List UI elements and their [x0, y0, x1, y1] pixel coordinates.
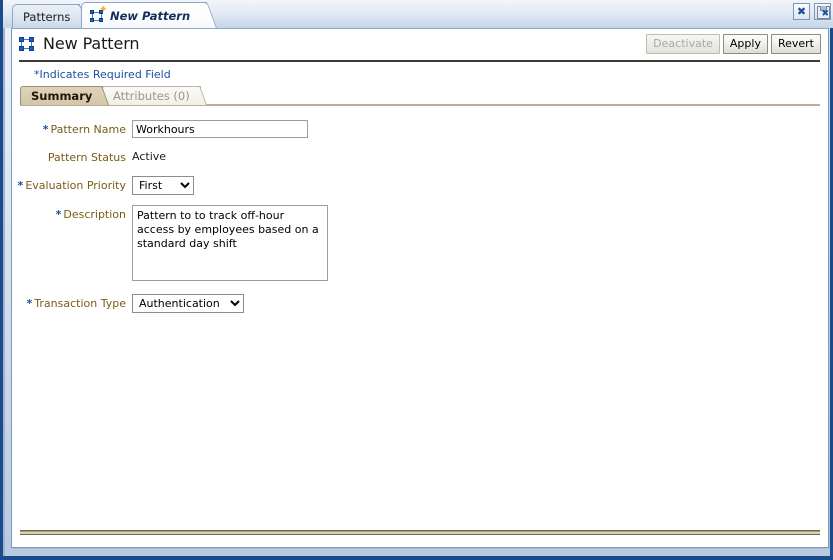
pattern-name-label-text: Pattern Name — [50, 123, 126, 136]
window-tab-new-pattern-label: New Pattern — [110, 8, 191, 23]
save-and-close-glyph: ✖ — [821, 9, 829, 19]
form-row-description: * Description — [12, 205, 828, 284]
page-title-text: New Pattern — [43, 34, 140, 53]
form-row-pattern-name: * Pattern Name — [12, 120, 828, 138]
application-window: Patterns ✦ New Pattern ✖ ✖ New Pattern D… — [0, 0, 833, 560]
transaction-type-label: * Transaction Type — [12, 294, 132, 312]
tab-skew-edge — [195, 2, 218, 28]
form-row-evaluation-priority: * Evaluation Priority First — [12, 176, 828, 195]
required-field-note: *Indicates Required Field — [34, 68, 171, 81]
pattern-name-field-wrap — [132, 120, 828, 138]
pattern-icon — [18, 36, 35, 52]
transaction-type-label-text: Transaction Type — [34, 297, 126, 310]
tab-summary[interactable]: Summary — [20, 86, 110, 105]
pattern-status-value: Active — [132, 150, 167, 163]
form-row-transaction-type: * Transaction Type Authentication — [12, 294, 828, 313]
evaluation-priority-label-text: Evaluation Priority — [25, 179, 126, 192]
pattern-status-field-wrap: Active — [132, 148, 828, 166]
window-tab-new-pattern[interactable]: ✦ New Pattern — [81, 2, 218, 28]
required-asterisk: * — [42, 123, 49, 136]
subtab-skew-edge — [191, 86, 207, 105]
transaction-type-select[interactable]: Authentication — [132, 294, 244, 313]
transaction-type-field-wrap: Authentication — [132, 294, 828, 313]
deactivate-button[interactable]: Deactivate — [646, 34, 720, 54]
footer-divider — [20, 530, 820, 535]
tab-attributes-label: Attributes (0) — [113, 89, 190, 103]
required-asterisk: * — [55, 208, 62, 221]
evaluation-priority-select[interactable]: First — [132, 176, 194, 195]
pattern-new-icon: ✦ — [90, 5, 107, 23]
window-tabstrip: Patterns ✦ New Pattern ✖ ✖ — [3, 0, 833, 28]
pattern-status-label: Pattern Status — [47, 151, 126, 164]
tab-summary-label: Summary — [31, 89, 93, 103]
window-tab-patterns-label: Patterns — [23, 9, 71, 24]
revert-button[interactable]: Revert — [770, 34, 821, 54]
pattern-name-input[interactable] — [132, 120, 308, 138]
window-controls: ✖ ✖ — [793, 3, 831, 20]
close-window-icon[interactable]: ✖ — [793, 3, 810, 20]
window-tab-patterns[interactable]: Patterns — [12, 4, 89, 28]
apply-button[interactable]: Apply — [722, 34, 768, 54]
evaluation-priority-field-wrap: First — [132, 176, 828, 195]
description-textarea[interactable] — [132, 205, 328, 281]
description-label: * Description — [12, 205, 132, 223]
page-action-buttons: Deactivate Apply Revert — [646, 34, 821, 54]
tab-attributes[interactable]: Attributes (0) — [102, 86, 207, 105]
subtab-bar: Summary Attributes (0) — [20, 86, 820, 106]
required-asterisk: * — [17, 179, 24, 192]
save-and-close-icon[interactable]: ✖ — [814, 3, 831, 20]
content-panel: New Pattern Deactivate Apply Revert *Ind… — [11, 28, 829, 548]
pattern-name-label: * Pattern Name — [12, 120, 132, 138]
description-field-wrap — [132, 205, 828, 284]
evaluation-priority-label: * Evaluation Priority — [12, 176, 132, 194]
summary-form: *Pattern Name Pattern Status Active *Eva… — [12, 106, 828, 313]
form-row-pattern-status: Pattern Status Active — [12, 148, 828, 166]
required-asterisk: * — [26, 297, 33, 310]
description-label-text: Description — [63, 208, 126, 221]
page-title: New Pattern — [18, 34, 140, 53]
page-header: New Pattern Deactivate Apply Revert — [12, 29, 828, 57]
close-window-glyph: ✖ — [796, 5, 807, 18]
